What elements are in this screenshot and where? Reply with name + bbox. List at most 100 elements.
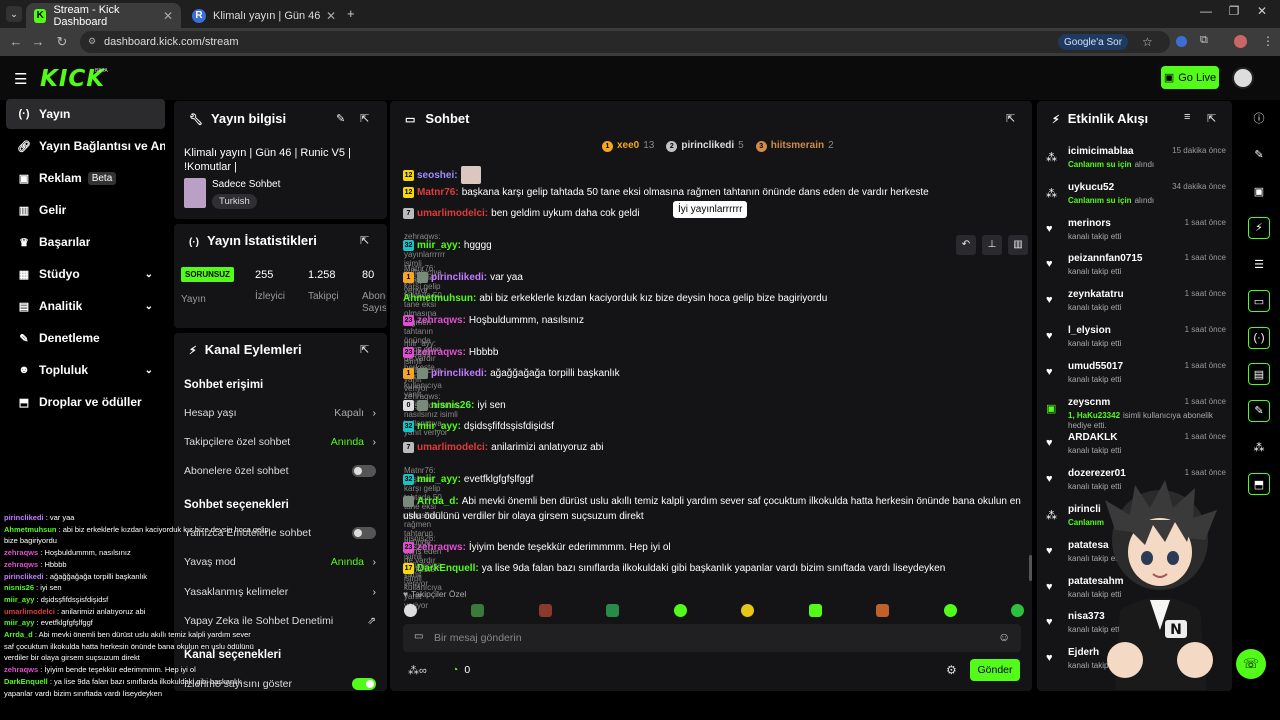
sidebar-item-analytics[interactable]: ▤ Analitik ⌄: [6, 291, 165, 321]
channel-points[interactable]: ◔ 0: [452, 664, 470, 676]
activity-item[interactable]: ▣ zeyscnm 1 saat önce 1, HaKu23342 isimli ku…: [1046, 397, 1226, 431]
list-icon[interactable]: ☰: [1248, 253, 1270, 275]
activity-item[interactable]: ♥ peizannfan0715 1 saat önce kanalı takip e…: [1046, 253, 1226, 287]
chat-message[interactable]: 1 pirinclikedi: ağağğağağa torpilli başkan…: [403, 368, 620, 379]
browser-tab-kick-dashboard[interactable]: K Stream - Kick Dashboard ✕: [26, 3, 181, 28]
sidebar-item-ad[interactable]: ▣ Reklam Beta: [6, 163, 165, 193]
chat-message[interactable]: 23 zehraqws: İyiyim bende teşekkür ederimm…: [403, 542, 671, 553]
activity-item[interactable]: ⁂ icimicimablaa 15 dakika önce Canlanım su …: [1046, 146, 1226, 180]
top-gifter[interactable]: 2 pirinclikedi 5: [666, 140, 744, 152]
chat-message[interactable]: 12 seoshei:: [403, 166, 481, 184]
filter-icon[interactable]: ≡: [1184, 111, 1190, 123]
chat-username[interactable]: zehraqws:: [417, 542, 466, 553]
popout-icon[interactable]: ⇱: [360, 112, 369, 125]
reload-icon[interactable]: ↻: [54, 34, 70, 50]
ai-moderation-row[interactable]: Yapay Zeka ile Sohbet Denetimi ⇗: [184, 615, 376, 627]
emote-icon[interactable]: [606, 604, 620, 617]
pencil-icon[interactable]: ✎: [1248, 144, 1270, 166]
chat-username[interactable]: pirinclikedi:: [431, 272, 487, 283]
new-tab-icon[interactable]: +: [347, 6, 355, 21]
sidebar-item-broadcast[interactable]: (·) Yayın: [6, 99, 165, 129]
sidebar-item-community[interactable]: ☻ Topluluk ⌄: [6, 355, 165, 385]
chat-username[interactable]: Arrda_d:: [417, 496, 459, 507]
delete-icon[interactable]: ▥: [1008, 235, 1028, 255]
sidebar-item-studio[interactable]: ▦ Stüdyo ⌄: [6, 259, 165, 289]
chat-message[interactable]: Ahmetmuhsun: abi biz erkeklerle kızdan ka…: [403, 293, 827, 304]
chat-username[interactable]: Ahmetmuhsun:: [403, 293, 476, 304]
activity-item[interactable]: ♥ ARDAKLK 1 saat önce kanalı takip etti: [1046, 432, 1226, 466]
emote-icon[interactable]: [943, 604, 957, 617]
popout-icon[interactable]: ⇱: [360, 234, 369, 247]
drop-link-icon[interactable]: ⁂∞: [408, 664, 427, 677]
chat-username[interactable]: miir_ayy:: [417, 421, 461, 432]
hamburger-menu-icon[interactable]: ☰: [14, 70, 27, 88]
edit-pencil-icon[interactable]: ✎: [336, 112, 345, 125]
tab-search-button[interactable]: ⌄: [6, 6, 22, 22]
emote-icon[interactable]: [741, 604, 755, 617]
emote-icon[interactable]: [404, 604, 417, 617]
chat-message[interactable]: 32 miir_ayy: dşidsşfifdsşisfdişidsf: [403, 421, 554, 432]
chat-message[interactable]: 7 umarlimodelci: ben geldim uykum daha cok…: [403, 208, 640, 219]
minimize-icon[interactable]: —: [1196, 4, 1216, 18]
emote-icon[interactable]: [808, 604, 822, 617]
emote-icon[interactable]: [1010, 604, 1024, 617]
popout-icon[interactable]: ⇱: [1006, 112, 1015, 125]
chat-username[interactable]: nisnis26:: [431, 400, 474, 411]
emote-icon[interactable]: [876, 604, 890, 617]
pin-icon[interactable]: ⊥: [982, 235, 1002, 255]
activity-item[interactable]: ⁂ uykucu52 34 dakika önce Canlanım su için a…: [1046, 182, 1226, 216]
chat-username[interactable]: zehraqws:: [417, 315, 466, 326]
emoji-picker-icon[interactable]: ☺: [998, 630, 1010, 644]
chat-username[interactable]: miir_ayy:: [417, 240, 461, 251]
restore-icon[interactable]: ❐: [1224, 4, 1244, 18]
url-bar[interactable]: dashboard.kick.com/stream: [80, 31, 1170, 53]
forward-icon[interactable]: →: [30, 34, 46, 49]
banned-words-row[interactable]: Yasaklanmış kelimeler ›: [184, 586, 376, 598]
sidebar-item-gift[interactable]: ⬒ Droplar ve ödüller: [6, 387, 165, 417]
close-tab-icon[interactable]: ✕: [163, 9, 173, 23]
extensions-puzzle-icon[interactable]: ⧉: [1200, 34, 1208, 47]
stats-icon[interactable]: ▤: [1248, 363, 1270, 386]
sidebar-item-wrench[interactable]: ✎ Denetleme: [6, 323, 165, 353]
popout-icon[interactable]: ⇱: [1207, 112, 1216, 125]
broadcast-icon[interactable]: (·): [1248, 326, 1270, 349]
go-live-button[interactable]: ▣ Go Live: [1161, 66, 1219, 89]
google-ask-button[interactable]: Google'a Sor: [1058, 34, 1129, 50]
sidebar-item-trophy[interactable]: ♛ Başarılar: [6, 227, 165, 257]
gift-icon[interactable]: ⬒: [1248, 473, 1270, 495]
drop-icon[interactable]: ⁂: [1248, 436, 1270, 458]
activity-item[interactable]: ♥ umud55017 1 saat önce kanalı takip etti: [1046, 361, 1226, 395]
chat-message[interactable]: 1 pirinclikedi: var yaa: [403, 272, 523, 283]
activity-item[interactable]: ♥ zeynkatatru 1 saat önce kanalı takip etti: [1046, 289, 1226, 323]
chat-message[interactable]: 23 zehraqws: Hbbbb: [403, 347, 498, 358]
send-button[interactable]: Gönder: [970, 659, 1020, 681]
wrench-icon[interactable]: ✎: [1248, 399, 1270, 422]
chat-message[interactable]: 17 DarkEnquell: ya lise 9da falan bazı sın…: [403, 563, 945, 574]
close-tab-icon[interactable]: ✕: [326, 9, 336, 23]
chat-message[interactable]: 7 umarlimodelci: anilarimizi anlatıyoruz a…: [403, 442, 603, 453]
site-info-icon[interactable]: ⚙: [88, 36, 96, 47]
chat-username[interactable]: pirinclikedi:: [431, 368, 487, 379]
chat-username[interactable]: miir_ayy:: [417, 474, 461, 485]
chat-message[interactable]: 0 nisnis26: iyi sen: [403, 400, 506, 411]
chat-username[interactable]: umarlimodelci:: [417, 442, 488, 453]
popout-icon[interactable]: ⇱: [360, 343, 369, 356]
emote-icon[interactable]: [673, 604, 687, 617]
subs-only-toggle[interactable]: [352, 465, 376, 477]
show-viewers-toggle[interactable]: [352, 678, 376, 690]
browser-menu-icon[interactable]: ⋮: [1262, 34, 1274, 48]
chat-username[interactable]: seoshei:: [417, 170, 458, 181]
lightning-icon[interactable]: ⚡︎: [1248, 216, 1270, 239]
chat-message[interactable]: 32 miir_ayy: evetfklgfgfşlfggf: [403, 474, 533, 485]
extension-icon[interactable]: [1176, 36, 1187, 47]
info-icon[interactable]: ⓘ: [1248, 107, 1270, 129]
profile-icon[interactable]: [1234, 35, 1247, 48]
chat-username[interactable]: umarlimodelci:: [417, 208, 488, 219]
chat-message[interactable]: 23 zehraqws: Hoşbuldummm, nasılsınız: [403, 315, 584, 326]
sidebar-item-link[interactable]: 🔗︎ Yayın Bağlantısı ve Anahtar: [6, 131, 165, 161]
reply-icon[interactable]: ↶: [956, 235, 976, 255]
ad-icon[interactable]: ▣: [1248, 180, 1270, 202]
category-name[interactable]: Sadece Sohbet: [212, 179, 280, 190]
emotes-only-toggle[interactable]: [352, 527, 376, 539]
close-window-icon[interactable]: ✕: [1252, 4, 1272, 18]
